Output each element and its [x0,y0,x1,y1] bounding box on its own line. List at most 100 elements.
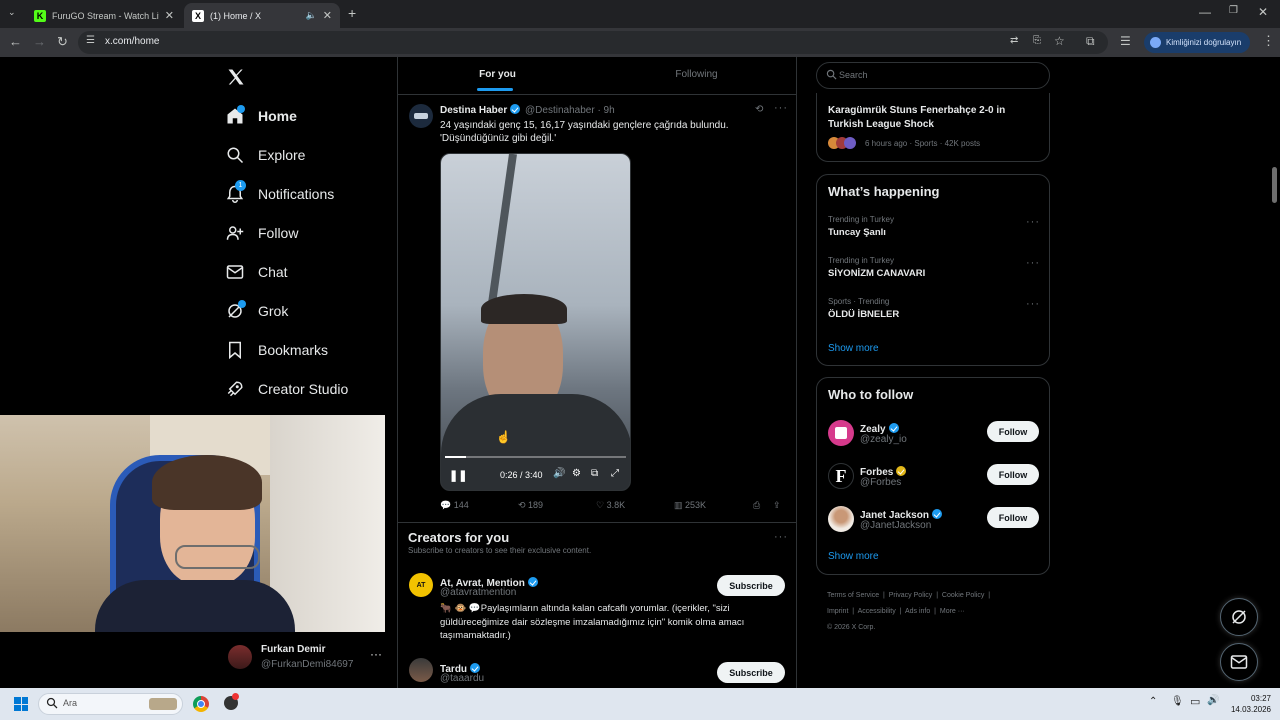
address-bar[interactable]: ☰ x.com/home ⇄ ⎘ ☆ [78,31,1108,54]
footer-link[interactable]: Privacy Policy [889,592,933,599]
app-taskbar-icon[interactable] [224,693,239,710]
follow-button[interactable]: Follow [987,507,1039,528]
nav-chat[interactable]: Chat [226,257,288,287]
follow-suggestion[interactable]: F Forbes @Forbes Follow [828,461,1040,491]
repost-button[interactable]: ⟲ 189 [518,500,543,511]
microphone-icon[interactable]: 🎙 [1171,696,1184,707]
nav-grok[interactable]: Grok [226,296,288,326]
like-count: 3.8K [606,500,626,510]
browser-tab-x-home[interactable]: X (1) Home / X 🔈 ✕ [184,3,340,28]
trend-more-icon[interactable]: ··· [1026,257,1040,269]
nav-home[interactable]: Home [226,101,297,131]
taskbar-search[interactable]: Ara [38,693,183,715]
like-button[interactable]: ♡ 3.8K [596,500,625,511]
page-scrollbar-thumb[interactable] [1272,167,1277,203]
browser-menu-icon[interactable]: ⋮ [1262,33,1275,49]
tray-chevron-icon[interactable]: ⌃ [1149,696,1157,707]
post-video[interactable]: ❚❚ 0:26 / 3:40 🔊 ⚙ ⧉ ⤢ [440,153,631,491]
rocket-icon [226,380,244,398]
nav-follow[interactable]: Follow [226,218,298,248]
reload-icon[interactable]: ↻ [57,34,68,50]
grok-explain-icon[interactable]: ⟲ [755,104,763,115]
translate-icon[interactable]: ⇄ [1010,35,1018,46]
speaker-icon[interactable]: 🔈 [306,10,317,21]
reading-list-icon[interactable]: ☰ [1120,34,1131,48]
follow-suggestion[interactable]: Janet Jackson @JanetJackson Follow [828,504,1040,534]
x-logo-icon[interactable] [226,67,246,87]
footer-link[interactable]: Ads info [905,608,930,615]
show-more-trends[interactable]: Show more [828,343,879,354]
post-author[interactable]: Destina Haber [440,105,507,116]
nav-notifications[interactable]: 1 Notifications [226,179,334,209]
post-handle[interactable]: @Destinahaber [525,105,595,116]
follow-suggestion[interactable]: Zealy @zealy_io Follow [828,418,1040,448]
subscribe-button[interactable]: Subscribe [717,575,785,596]
forward-icon[interactable]: → [33,34,46,49]
pip-icon[interactable]: ⧉ [591,468,598,479]
creator-avatar-tardu[interactable] [409,658,433,682]
account-switcher[interactable]: Furkan Demir @FurkanDemi84697 ··· [226,641,386,677]
footer-link[interactable]: More ··· [940,608,965,615]
bookmark-star-icon[interactable]: ☆ [1054,34,1065,48]
tab-following[interactable]: Following [597,57,796,93]
creator-handle[interactable]: @taaardu [440,673,484,684]
footer-link[interactable]: Accessibility [858,608,896,615]
new-tab-button[interactable]: + [348,5,356,21]
search-box[interactable]: Search [816,62,1050,89]
back-icon[interactable]: ← [9,34,22,49]
close-tab-icon[interactable]: ✕ [165,9,174,22]
close-window-icon[interactable]: ✕ [1258,5,1268,19]
trend-item[interactable]: Trending in Turkey SİYONİZM CANAVARI ··· [828,256,1040,279]
minimize-icon[interactable]: — [1199,5,1211,19]
settings-icon[interactable]: ⚙ [572,468,581,479]
reply-button[interactable]: 💬 144 [440,500,469,511]
pause-icon[interactable]: ❚❚ [449,469,467,482]
post-time[interactable]: · 9h [597,105,614,116]
clock[interactable]: 03:27 14.03.2026 [1226,693,1271,715]
trend-more-icon[interactable]: ··· [1026,298,1040,310]
nav-bookmarks[interactable]: Bookmarks [226,335,328,365]
trend-item[interactable]: Trending in Turkey Tuncay Şanlı ··· [828,215,1040,238]
follow-button[interactable]: Follow [987,464,1039,485]
volume-tray-icon[interactable]: 🔊 [1207,695,1219,706]
trend-more-icon[interactable]: ··· [1026,216,1040,228]
network-icon[interactable]: ▭ [1190,695,1200,708]
footer-link[interactable]: Cookie Policy [942,592,984,599]
footer-link[interactable]: Terms of Service [827,592,879,599]
grok-float-button[interactable] [1220,598,1258,636]
show-more-follow[interactable]: Show more [828,551,879,562]
account-more-icon[interactable]: ··· [370,647,382,661]
maximize-icon[interactable]: ❐ [1229,5,1238,16]
tab-search-icon[interactable]: ⌄ [8,7,16,18]
creator-avatar-atavrat[interactable]: AT [409,573,433,597]
extensions-icon[interactable]: ⧉ [1086,34,1095,49]
share-icon[interactable]: ⇪ [773,500,781,511]
chrome-taskbar-icon[interactable] [193,696,209,712]
messages-float-button[interactable] [1220,643,1258,681]
site-info-icon[interactable]: ☰ [86,35,95,46]
footer-link[interactable]: Imprint [827,608,848,615]
fullscreen-icon[interactable]: ⤢ [611,468,619,479]
trend-item[interactable]: Sports · Trending ÖLDÜ İBNELER ··· [828,297,1040,320]
install-icon[interactable]: ⎘ [1033,35,1041,46]
profile-button[interactable]: Kimliğinizi doğrulayın [1144,32,1250,53]
nav-explore[interactable]: Explore [226,140,305,170]
trend-context: Trending in Turkey [828,256,894,265]
browser-tab-furugo[interactable]: K FuruGO Stream - Watch Live o ✕ [26,3,182,28]
post-avatar[interactable] [409,104,433,128]
bookmark-post-icon[interactable]: ⎙ [753,500,760,511]
follow-button[interactable]: Follow [987,421,1039,442]
video-progress-track[interactable] [445,456,626,458]
creators-more-icon[interactable]: ··· [774,531,788,543]
subscribe-button[interactable]: Subscribe [717,662,785,683]
views-button[interactable]: ▥ 253K [674,500,706,511]
volume-icon[interactable]: 🔊 [553,468,565,479]
windows-start-icon[interactable] [14,697,28,711]
close-tab-icon[interactable]: ✕ [323,9,332,22]
tab-for-you[interactable]: For you [398,57,597,93]
nav-creator-studio[interactable]: Creator Studio [226,374,348,404]
clock-time: 03:27 [1250,694,1271,703]
post-more-icon[interactable]: ··· [774,102,788,114]
news-card[interactable]: Karagümrük Stuns Fenerbahçe 2-0 in Turki… [816,93,1050,162]
creator-handle[interactable]: @atavratmention [440,587,516,598]
